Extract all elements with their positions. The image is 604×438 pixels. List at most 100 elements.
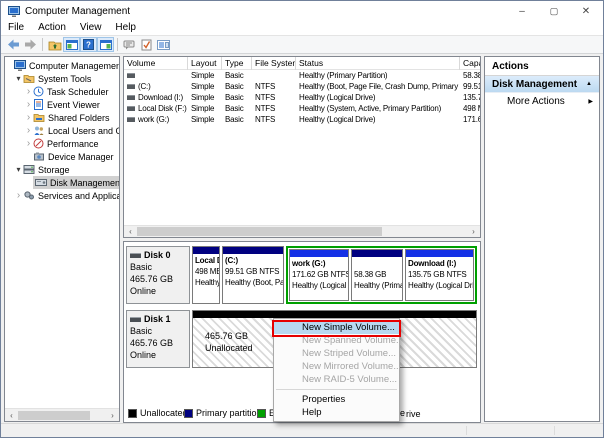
column-volume[interactable]: Volume — [124, 57, 188, 70]
disk0-info-box[interactable]: Disk 0 Basic 465.76 GB Online — [126, 246, 190, 304]
partition-c[interactable]: (C:) 99.51 GB NTFS Healthy (Boot, Page F… — [222, 246, 284, 304]
back-icon[interactable] — [5, 37, 22, 52]
partition-color-bar — [352, 250, 402, 257]
partition-color-bar — [193, 311, 476, 318]
tree-item-task-scheduler[interactable]: › Task Scheduler — [5, 85, 119, 98]
tree-horizontal-scrollbar[interactable]: ‹ › — [5, 408, 119, 421]
partition-color-bar — [193, 247, 219, 254]
minimize-button[interactable]: – — [506, 1, 538, 21]
table-row[interactable]: Simple Basic Healthy (Primary Partition)… — [124, 70, 480, 81]
legend-swatch — [128, 408, 137, 418]
partition-download-i[interactable]: Download (I:) 135.75 GB NTFS Healthy (Lo… — [405, 249, 474, 301]
collapsed-arrow-icon[interactable]: › — [24, 137, 33, 150]
column-status[interactable]: Status — [296, 57, 460, 70]
tree-item-event-viewer[interactable]: › Event Viewer — [5, 98, 119, 111]
extended-partition-frame: work (G:) 171.62 GB NTFS Healthy (Logica… — [286, 246, 477, 304]
task-scheduler-icon — [33, 86, 44, 97]
actions-header: Actions — [485, 57, 599, 76]
services-icon — [23, 190, 35, 201]
tree-item-computer-management[interactable]: Computer Management (Local) — [5, 59, 119, 72]
column-file-system[interactable]: File System — [252, 57, 296, 70]
table-row[interactable]: Download (I:) Simple Basic NTFS Healthy … — [124, 92, 480, 103]
context-help-icon[interactable] — [121, 37, 138, 52]
volume-list-header: Volume Layout Type File System Status Ca… — [124, 57, 480, 70]
menu-action[interactable]: Action — [31, 21, 73, 35]
legend-unallocated: Unallocated — [128, 408, 188, 418]
expanded-arrow-icon[interactable]: ▾ — [14, 163, 23, 176]
svg-text:?: ? — [86, 41, 91, 50]
menu-item-help[interactable]: Help — [274, 406, 399, 419]
scroll-right-icon[interactable]: › — [106, 411, 119, 420]
actions-pane: Actions Disk Management ▲ More Actions ▶ — [484, 56, 600, 422]
tree-item-shared-folders[interactable]: › Shared Folders — [5, 111, 119, 124]
more-actions-item[interactable]: More Actions ▶ — [485, 93, 599, 110]
maximize-button[interactable]: ▢ — [538, 1, 570, 21]
up-one-level-icon[interactable] — [46, 37, 63, 52]
menu-file[interactable]: File — [1, 21, 31, 35]
tree-item-local-users-and-groups[interactable]: › Local Users and Groups — [5, 124, 119, 137]
computer-management-window: Computer Management – ▢ ✕ File Action Vi… — [0, 0, 604, 438]
legend-primary-partition: Primary partition — [184, 408, 262, 418]
tree-item-disk-management[interactable]: Disk Management — [5, 176, 119, 189]
menu-item-new-spanned-volume: New Spanned Volume... — [302, 335, 399, 346]
partition-unnamed-58gb[interactable]: 58.38 GB Healthy (Primary Partition) — [351, 249, 403, 301]
partition-local-disk-f[interactable]: Local Disk (F:) 498 MB Healthy (System, … — [192, 246, 220, 304]
scrollbar-thumb[interactable] — [18, 410, 90, 420]
show-console-tree-icon[interactable] — [63, 37, 80, 52]
tree-item-performance[interactable]: › Performance — [5, 137, 119, 150]
legend-swatch — [184, 408, 193, 418]
scroll-right-icon[interactable]: › — [467, 227, 480, 236]
collapse-icon[interactable]: ▲ — [586, 81, 592, 87]
expanded-arrow-icon[interactable]: ▾ — [14, 72, 23, 85]
tree-item-system-tools[interactable]: ▾ System Tools — [5, 72, 119, 85]
disk-icon — [130, 316, 141, 322]
collapsed-arrow-icon[interactable]: › — [24, 85, 33, 98]
actions-disk-management-section[interactable]: Disk Management ▲ — [485, 76, 599, 93]
partition-work-g[interactable]: work (G:) 171.62 GB NTFS Healthy (Logica… — [289, 249, 349, 301]
column-capacity[interactable]: Capacity — [460, 57, 480, 70]
partition-color-bar — [406, 250, 473, 257]
toolbar-separator — [42, 38, 43, 51]
scroll-left-icon[interactable]: ‹ — [124, 227, 137, 236]
toolbar: ? — [1, 35, 603, 54]
collapsed-arrow-icon[interactable]: › — [24, 124, 33, 137]
menu-item-properties[interactable]: Properties — [274, 393, 399, 406]
toolbar-separator — [117, 38, 118, 51]
menu-item-new-mirrored-volume: New Mirrored Volume... — [302, 361, 399, 372]
disk1-info-box[interactable]: Disk 1 Basic 465.76 GB Online — [126, 310, 190, 368]
menu-view[interactable]: View — [73, 21, 109, 35]
volume-list-horizontal-scrollbar[interactable]: ‹ › — [124, 225, 480, 237]
menu-item-new-raid5-volume: New RAID-5 Volume... — [302, 374, 398, 385]
checklist-icon[interactable] — [138, 37, 155, 52]
storage-icon — [23, 164, 35, 175]
menu-help[interactable]: Help — [108, 21, 143, 35]
column-layout[interactable]: Layout — [188, 57, 222, 70]
volume-icon — [127, 95, 135, 101]
tree-item-storage[interactable]: ▾ Storage — [5, 163, 119, 176]
scroll-left-icon[interactable]: ‹ — [5, 411, 18, 420]
help-icon[interactable]: ? — [80, 37, 97, 52]
table-row[interactable]: (C:) Simple Basic NTFS Healthy (Boot, Pa… — [124, 81, 480, 92]
menu-item-new-simple-volume[interactable]: New Simple Volume... — [274, 321, 399, 334]
disk0-row: Disk 0 Basic 465.76 GB Online Local Disk… — [126, 246, 477, 304]
device-manager-icon — [33, 151, 45, 162]
close-button[interactable]: ✕ — [570, 1, 602, 21]
table-row[interactable]: Local Disk (F:) Simple Basic NTFS Health… — [124, 103, 480, 114]
partition-color-bar — [290, 250, 348, 257]
volume-list-panel: Volume Layout Type File System Status Ca… — [123, 56, 481, 238]
scrollbar-thumb[interactable] — [137, 227, 382, 236]
legend-logical-drive-tail: rive — [406, 409, 421, 419]
tree-item-device-manager[interactable]: Device Manager — [5, 150, 119, 163]
properties-sheet-icon[interactable] — [155, 37, 172, 52]
collapsed-arrow-icon[interactable]: › — [24, 98, 33, 111]
partition-color-bar — [223, 247, 283, 254]
table-row[interactable]: work (G:) Simple Basic NTFS Healthy (Log… — [124, 114, 480, 125]
tree-item-services-and-applications[interactable]: › Services and Applications — [5, 189, 119, 202]
column-type[interactable]: Type — [222, 57, 252, 70]
show-action-pane-icon[interactable] — [97, 37, 114, 52]
collapsed-arrow-icon[interactable]: › — [14, 189, 23, 202]
forward-icon[interactable] — [22, 37, 39, 52]
statusbar — [1, 423, 603, 437]
window-title: Computer Management — [25, 5, 131, 17]
collapsed-arrow-icon[interactable]: › — [24, 111, 33, 124]
